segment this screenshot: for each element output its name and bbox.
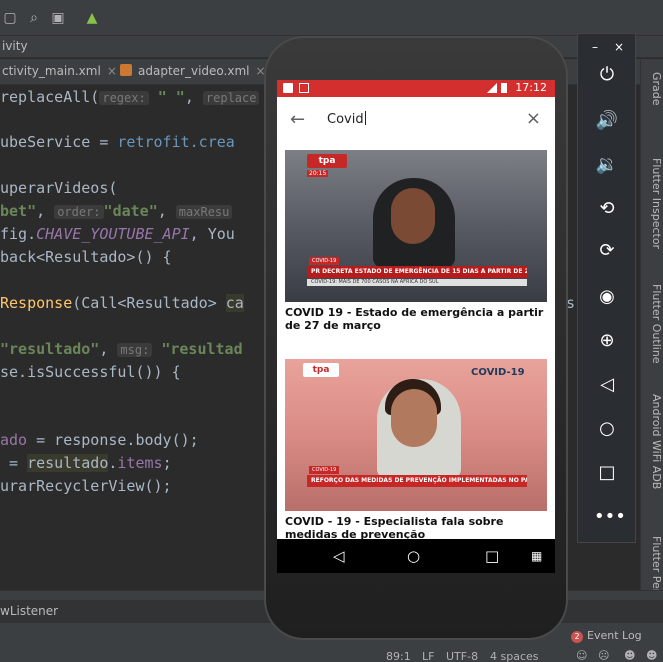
back-icon[interactable]: ◁: [333, 547, 345, 565]
covid-badge: COVID-19: [309, 466, 340, 474]
back-arrow-icon[interactable]: ←: [290, 109, 305, 130]
volume-up-icon[interactable]: 🔊: [594, 108, 620, 134]
sdk-manager-icon[interactable]: ▣: [50, 10, 66, 26]
overview-icon[interactable]: □: [594, 460, 620, 486]
desktop-screen: ▢ ⌕ ▣ ▲ ivity ctivity_main.xml × adapter_…: [0, 0, 663, 662]
video-thumbnail[interactable]: tpa 20:15 COVID-19 PR DECRETA ESTADO DE …: [285, 150, 547, 302]
more-icon[interactable]: •••: [594, 504, 626, 530]
side-tab-flutter-outline[interactable]: Flutter Outline: [650, 284, 663, 364]
notifications-icon[interactable]: ☻: [624, 649, 635, 662]
close-icon[interactable]: ×: [107, 64, 117, 78]
code-line: urarRecyclerView();: [0, 477, 172, 495]
phone-screen: 17:12 ← Covid × tpa 20:15 COVID-19 PR DE…: [277, 80, 555, 573]
news-banner: REFORÇO DAS MEDIDAS DE PREVENÇÃO IMPLEME…: [307, 475, 527, 487]
code-line: uperarVideos(: [0, 179, 118, 197]
lock-icon[interactable]: ☺: [576, 649, 587, 662]
ide-toolbar: ▢ ⌕ ▣ ▲: [0, 0, 663, 36]
xml-file-icon: [120, 64, 132, 76]
presenter-face: [391, 389, 437, 447]
file-encoding[interactable]: UTF-8: [446, 650, 478, 662]
screenshot-icon[interactable]: ◉: [594, 284, 620, 310]
video-title[interactable]: COVID - 19 - Especialista fala sobre med…: [285, 515, 547, 541]
code-line: bet", order: "date", maxResu: [0, 202, 233, 220]
timestamp-overlay: 20:15: [307, 170, 329, 177]
android-nav-bar: ◁ ○ □ ▦: [277, 539, 555, 573]
tab-label: ctivity_main.xml: [2, 64, 101, 78]
android-status-bar: 17:12: [277, 80, 555, 97]
code-line: ubeService = retrofit.crea: [0, 133, 235, 151]
channel-logo: tpa: [307, 154, 347, 168]
emulator-controls: – × ⏻ 🔊 🔉 ⟲ ⟳ ◉ ⊕ ◁ ○ □ •••: [577, 33, 636, 543]
face-icon[interactable]: ☹: [598, 649, 609, 662]
rotate-right-icon[interactable]: ⟳: [594, 238, 620, 264]
caret-position[interactable]: 89:1: [386, 650, 411, 662]
code-line: ado = response.body();: [0, 431, 199, 449]
tab-activity-main[interactable]: ctivity_main.xml ×: [2, 64, 117, 78]
structure-item[interactable]: wListener: [0, 604, 58, 618]
run-config-icon[interactable]: ▢: [2, 10, 18, 26]
back-icon[interactable]: ◁: [594, 372, 620, 398]
power-icon[interactable]: ⏻: [594, 62, 620, 88]
side-tab-gradle[interactable]: Grade: [650, 72, 663, 106]
battery-icon: [501, 83, 507, 93]
code-line: = resultado.items;: [0, 454, 172, 472]
event-log-button[interactable]: 2 Event Log: [571, 629, 642, 643]
search-toolbar: ← Covid ×: [277, 97, 555, 143]
search-icon[interactable]: ⌕: [26, 10, 42, 26]
memory-icon[interactable]: ☻: [646, 649, 657, 662]
indent-setting[interactable]: 4 spaces: [490, 650, 539, 662]
event-log-label: Event Log: [587, 629, 642, 642]
code-line: back<Resultado>() {: [0, 248, 172, 266]
line-separator[interactable]: LF: [422, 650, 434, 662]
close-button[interactable]: ×: [614, 40, 624, 54]
news-ticker: COVID-19: MAIS DE 700 CASOS NA ÁFRICA DO…: [307, 279, 527, 286]
covid-brand: COVID-19: [471, 367, 525, 378]
video-title[interactable]: COVID 19 - Estado de emergência a partir…: [285, 306, 547, 332]
keyboard-icon[interactable]: ▦: [531, 549, 542, 563]
app-notification-icon: [299, 83, 309, 93]
home-icon[interactable]: ○: [407, 547, 420, 565]
code-line: "resultado", msg: "resultad: [0, 340, 243, 358]
text-cursor: [364, 111, 366, 125]
zoom-icon[interactable]: ⊕: [594, 328, 620, 354]
volume-down-icon[interactable]: 🔉: [594, 152, 620, 178]
gmail-icon: [283, 83, 293, 93]
side-tab-flutter-inspector[interactable]: Flutter Inspector: [650, 158, 663, 249]
news-banner: PR DECRETA ESTADO DE EMERGÊNCIA DE 15 DI…: [307, 266, 527, 278]
side-tab-wifi-adb[interactable]: Android WiFi ADB: [650, 394, 663, 489]
home-icon[interactable]: ○: [594, 416, 620, 442]
clock: 17:12: [515, 81, 547, 94]
presenter-face: [391, 188, 435, 244]
code-line: se.isSuccessful()) {: [0, 363, 181, 381]
channel-logo: tpa: [303, 363, 339, 377]
minimize-button[interactable]: –: [592, 40, 598, 54]
tab-label: adapter_video.xml: [138, 64, 250, 78]
signal-icon: [487, 83, 497, 93]
tab-adapter-video[interactable]: adapter_video.xml ×: [120, 64, 266, 78]
search-input[interactable]: Covid: [327, 111, 366, 127]
code-line: Response(Call<Resultado> ca: [0, 294, 244, 312]
covid-badge: COVID-19: [309, 257, 340, 265]
video-thumbnail[interactable]: tpa COVID-19 COVID-19 REFORÇO DAS MEDIDA…: [285, 359, 547, 511]
clear-search-icon[interactable]: ×: [526, 108, 541, 129]
close-icon[interactable]: ×: [255, 64, 265, 78]
code-line: replaceAll(regex: " ", replace: [0, 88, 260, 106]
android-icon[interactable]: ▲: [84, 10, 100, 26]
breadcrumb-item[interactable]: ivity: [2, 39, 28, 53]
rotate-left-icon[interactable]: ⟲: [594, 196, 620, 222]
code-line-continuation: s: [566, 294, 576, 312]
search-query: Covid: [327, 112, 364, 127]
event-count-badge: 2: [571, 631, 583, 643]
code-line: fig.CHAVE_YOUTUBE_API, You: [0, 225, 235, 243]
recents-icon[interactable]: □: [485, 547, 499, 565]
